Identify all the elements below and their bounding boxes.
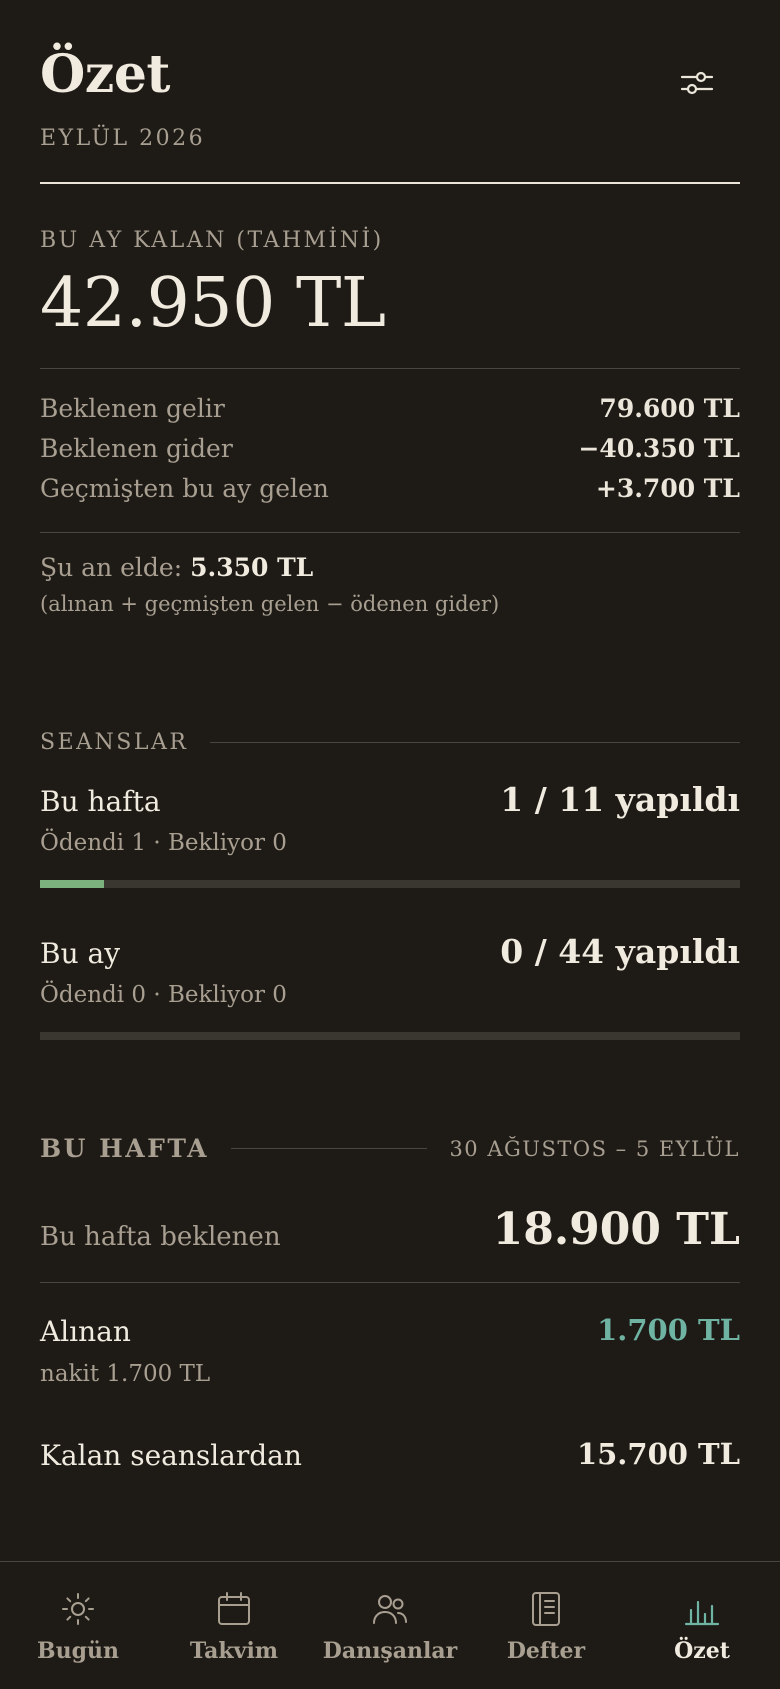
month-sessions-label: Bu ay	[40, 937, 121, 970]
section-line	[210, 742, 740, 743]
from-remaining-amount: 15.700 TL	[576, 1437, 740, 1471]
remaining-label: BU AY KALAN (TAHMİNİ)	[40, 228, 384, 253]
from-remaining-label: Kalan seanslardan	[40, 1439, 302, 1472]
people-icon	[373, 1595, 407, 1624]
bottom-nav: Bugün Takvim Danışanlar Defter Özet	[0, 1561, 780, 1689]
nav-label: Defter	[506, 1638, 586, 1664]
sessions-section-heading: SEANSLAR	[40, 730, 740, 755]
this-week-section-heading: BU HAFTA 30 AĞUSTOS – 5 EYLÜL	[40, 1134, 740, 1163]
calendar-icon	[218, 1592, 250, 1625]
received-sub: nakit 1.700 TL	[40, 1361, 211, 1387]
notebook-icon	[532, 1592, 560, 1626]
filter-button[interactable]	[674, 60, 720, 106]
week-sessions-sub: Ödendi 1 · Bekliyor 0	[40, 830, 287, 856]
month-sessions-sub: Ödendi 0 · Bekliyor 0	[40, 982, 287, 1008]
breakdown-label: Beklenen gider	[40, 434, 233, 463]
breakdown-label: Beklenen gelir	[40, 394, 225, 423]
divider	[40, 532, 740, 533]
page-subtitle-month: EYLÜL 2026	[40, 126, 206, 151]
received-amount: 1.700 TL	[597, 1313, 740, 1347]
header-divider	[40, 182, 740, 184]
week-expected-label: Bu hafta beklenen	[40, 1222, 281, 1252]
sessions-heading: SEANSLAR	[40, 730, 189, 755]
week-sessions-label: Bu hafta	[40, 785, 161, 818]
month-sessions-count: 0 / 44 yapıldı	[500, 932, 740, 971]
nav-label: Takvim	[189, 1638, 279, 1664]
breakdown-value: +3.700 TL	[595, 474, 740, 503]
breakdown-row-expense: Beklenen gider −40.350 TL	[40, 434, 740, 463]
nav-item-danisanlar[interactable]: Danışanlar	[312, 1562, 468, 1689]
breakdown-row-carryover: Geçmişten bu ay gelen +3.700 TL	[40, 474, 740, 503]
on-hand-value: 5.350 TL	[190, 553, 314, 582]
bar-chart-icon	[684, 1600, 720, 1626]
breakdown-label: Geçmişten bu ay gelen	[40, 474, 329, 503]
sliders-icon	[680, 71, 714, 95]
nav-label: Özet	[674, 1638, 730, 1664]
sun-icon	[62, 1593, 94, 1625]
received-label: Alınan	[40, 1315, 131, 1348]
section-line	[231, 1148, 428, 1149]
divider	[40, 368, 740, 369]
breakdown-row-income: Beklenen gelir 79.600 TL	[40, 394, 740, 423]
remaining-amount: 42.950 TL	[40, 264, 386, 343]
week-sessions-count: 1 / 11 yapıldı	[500, 780, 740, 819]
page-title: Özet	[40, 44, 170, 105]
nav-item-defter[interactable]: Defter	[468, 1562, 624, 1689]
week-progress-bar	[40, 880, 740, 888]
breakdown-value: 79.600 TL	[599, 394, 740, 423]
week-progress-fill	[40, 880, 104, 888]
on-hand-summary: Şu an elde: 5.350 TL	[40, 553, 313, 582]
this-week-heading: BU HAFTA	[40, 1134, 210, 1163]
nav-item-bugun[interactable]: Bugün	[0, 1562, 156, 1689]
breakdown-value: −40.350 TL	[578, 434, 740, 463]
nav-label: Bugün	[37, 1638, 119, 1664]
nav-item-ozet[interactable]: Özet	[624, 1562, 780, 1689]
divider	[40, 1282, 740, 1283]
nav-item-takvim[interactable]: Takvim	[156, 1562, 312, 1689]
on-hand-label: Şu an elde:	[40, 553, 183, 582]
this-week-date-range: 30 AĞUSTOS – 5 EYLÜL	[449, 1136, 740, 1161]
nav-label: Danışanlar	[322, 1638, 458, 1664]
on-hand-note: (alınan + geçmişten gelen − ödenen gider…	[40, 592, 500, 616]
month-progress-bar	[40, 1032, 740, 1040]
week-expected-amount: 18.900 TL	[492, 1204, 740, 1255]
